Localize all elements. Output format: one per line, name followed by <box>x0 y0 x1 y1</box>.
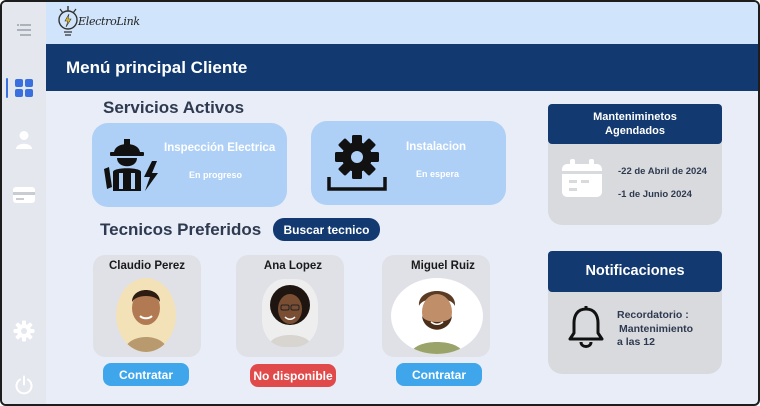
sidebar-item-profile[interactable] <box>2 124 46 156</box>
service-card-inspection[interactable]: Inspección Electrica En progreso <box>92 123 287 207</box>
notifications-title: Notificaciones <box>548 251 722 292</box>
hire-button[interactable]: Contratar <box>103 363 189 386</box>
sidebar-item-dashboard[interactable] <box>2 72 46 104</box>
card-icon <box>13 187 35 203</box>
bell-icon <box>568 306 604 348</box>
top-bar: ElectroLink <box>46 2 758 44</box>
header-banner: Menú principal Cliente <box>46 44 758 91</box>
avatar <box>391 278 483 354</box>
unavailable-button: No disponible <box>250 364 336 387</box>
service-name: Inspección Electrica <box>164 142 276 154</box>
search-technician-button[interactable]: Buscar tecnico <box>273 218 380 241</box>
avatar <box>116 278 176 352</box>
sidebar-item-settings[interactable] <box>2 315 46 347</box>
maintenance-title: Manteniminetos Agendados <box>548 104 722 144</box>
technician-name: Claudio Perez <box>108 260 186 272</box>
sidebar-item-payments[interactable] <box>2 179 46 211</box>
hire-button[interactable]: Contratar <box>396 363 482 386</box>
menu-button[interactable] <box>2 14 46 46</box>
maintenance-date: -22 de Abril de 2024 <box>618 166 707 177</box>
service-status: En progreso <box>189 170 243 180</box>
technician-name: Ana Lopez <box>263 260 323 272</box>
menu-icon <box>17 24 31 36</box>
service-status: En espera <box>416 169 460 179</box>
power-icon <box>15 375 33 395</box>
sidebar <box>2 2 46 404</box>
dashboard-icon <box>15 79 33 97</box>
notification-text: Recordatorio : Mantenimiento a las 12 <box>617 309 694 348</box>
settings-icon <box>13 320 35 342</box>
calendar-icon <box>562 159 602 197</box>
page-title: Menú principal Cliente <box>66 58 248 77</box>
electrician-icon <box>104 139 158 191</box>
services-title: Servicios Activos <box>103 98 245 117</box>
technician-name: Miguel Ruiz <box>411 260 475 272</box>
service-name: Instalacion <box>406 141 467 153</box>
app-window: ElectroLink Menú principal Cliente Servi… <box>0 0 760 406</box>
logout-button[interactable] <box>2 369 46 401</box>
user-icon <box>16 131 32 149</box>
maintenance-date: -1 de Junio 2024 <box>618 189 692 200</box>
avatar <box>262 279 318 347</box>
technicians-title: Tecnicos Preferidos <box>100 220 262 239</box>
installation-gear-icon <box>327 135 387 191</box>
service-card-installation[interactable]: Instalacion En espera <box>311 121 506 205</box>
app-name: ElectroLink <box>78 15 140 28</box>
